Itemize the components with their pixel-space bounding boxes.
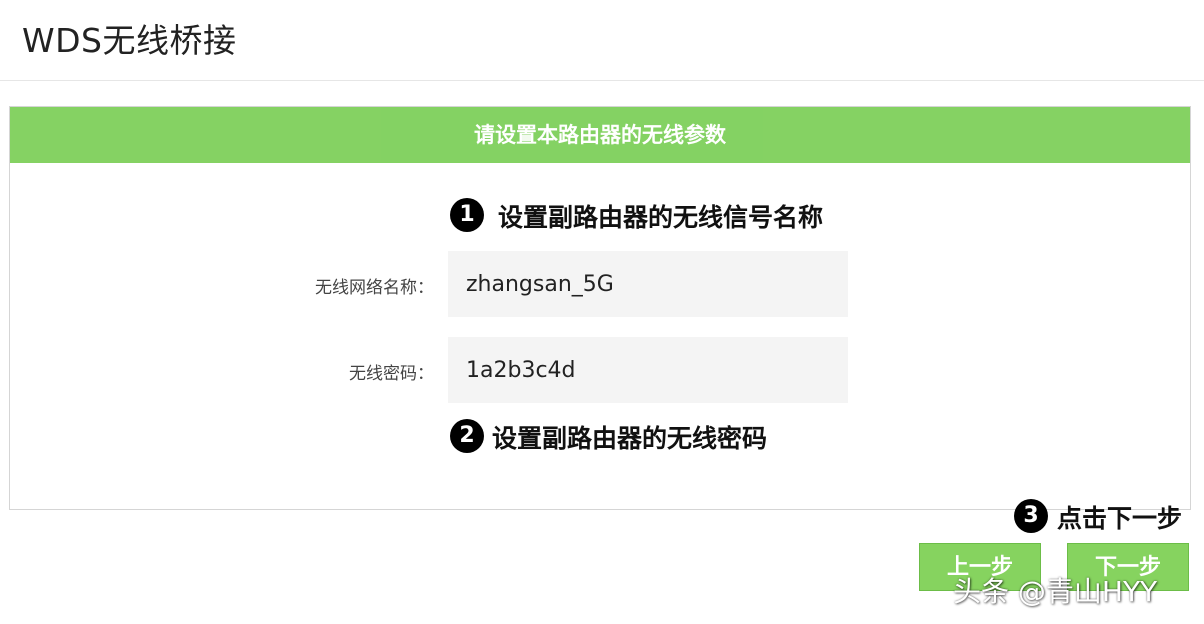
step-3-text: 点击下一步 [1057, 504, 1183, 533]
wds-bridge-page: WDS无线桥接 请设置本路由器的无线参数 1 设置副路由器的无线信号名称 无线网… [0, 0, 1204, 624]
step-2-badge: 2 [450, 419, 484, 453]
page-title: WDS无线桥接 [22, 21, 237, 60]
step-2-text: 设置副路由器的无线密码 [492, 424, 768, 453]
title-divider [0, 80, 1204, 81]
step-1-badge: 1 [450, 198, 484, 232]
password-input[interactable] [448, 337, 848, 403]
step-3-badge: 3 [1014, 499, 1048, 533]
panel-header: 请设置本路由器的无线参数 [10, 107, 1190, 163]
ssid-input[interactable] [448, 251, 848, 317]
password-label: 无线密码： [349, 364, 434, 384]
step-1-text: 设置副路由器的无线信号名称 [498, 203, 824, 232]
watermark: 头条 @青山HYY [953, 575, 1158, 608]
ssid-label: 无线网络名称： [315, 278, 434, 298]
